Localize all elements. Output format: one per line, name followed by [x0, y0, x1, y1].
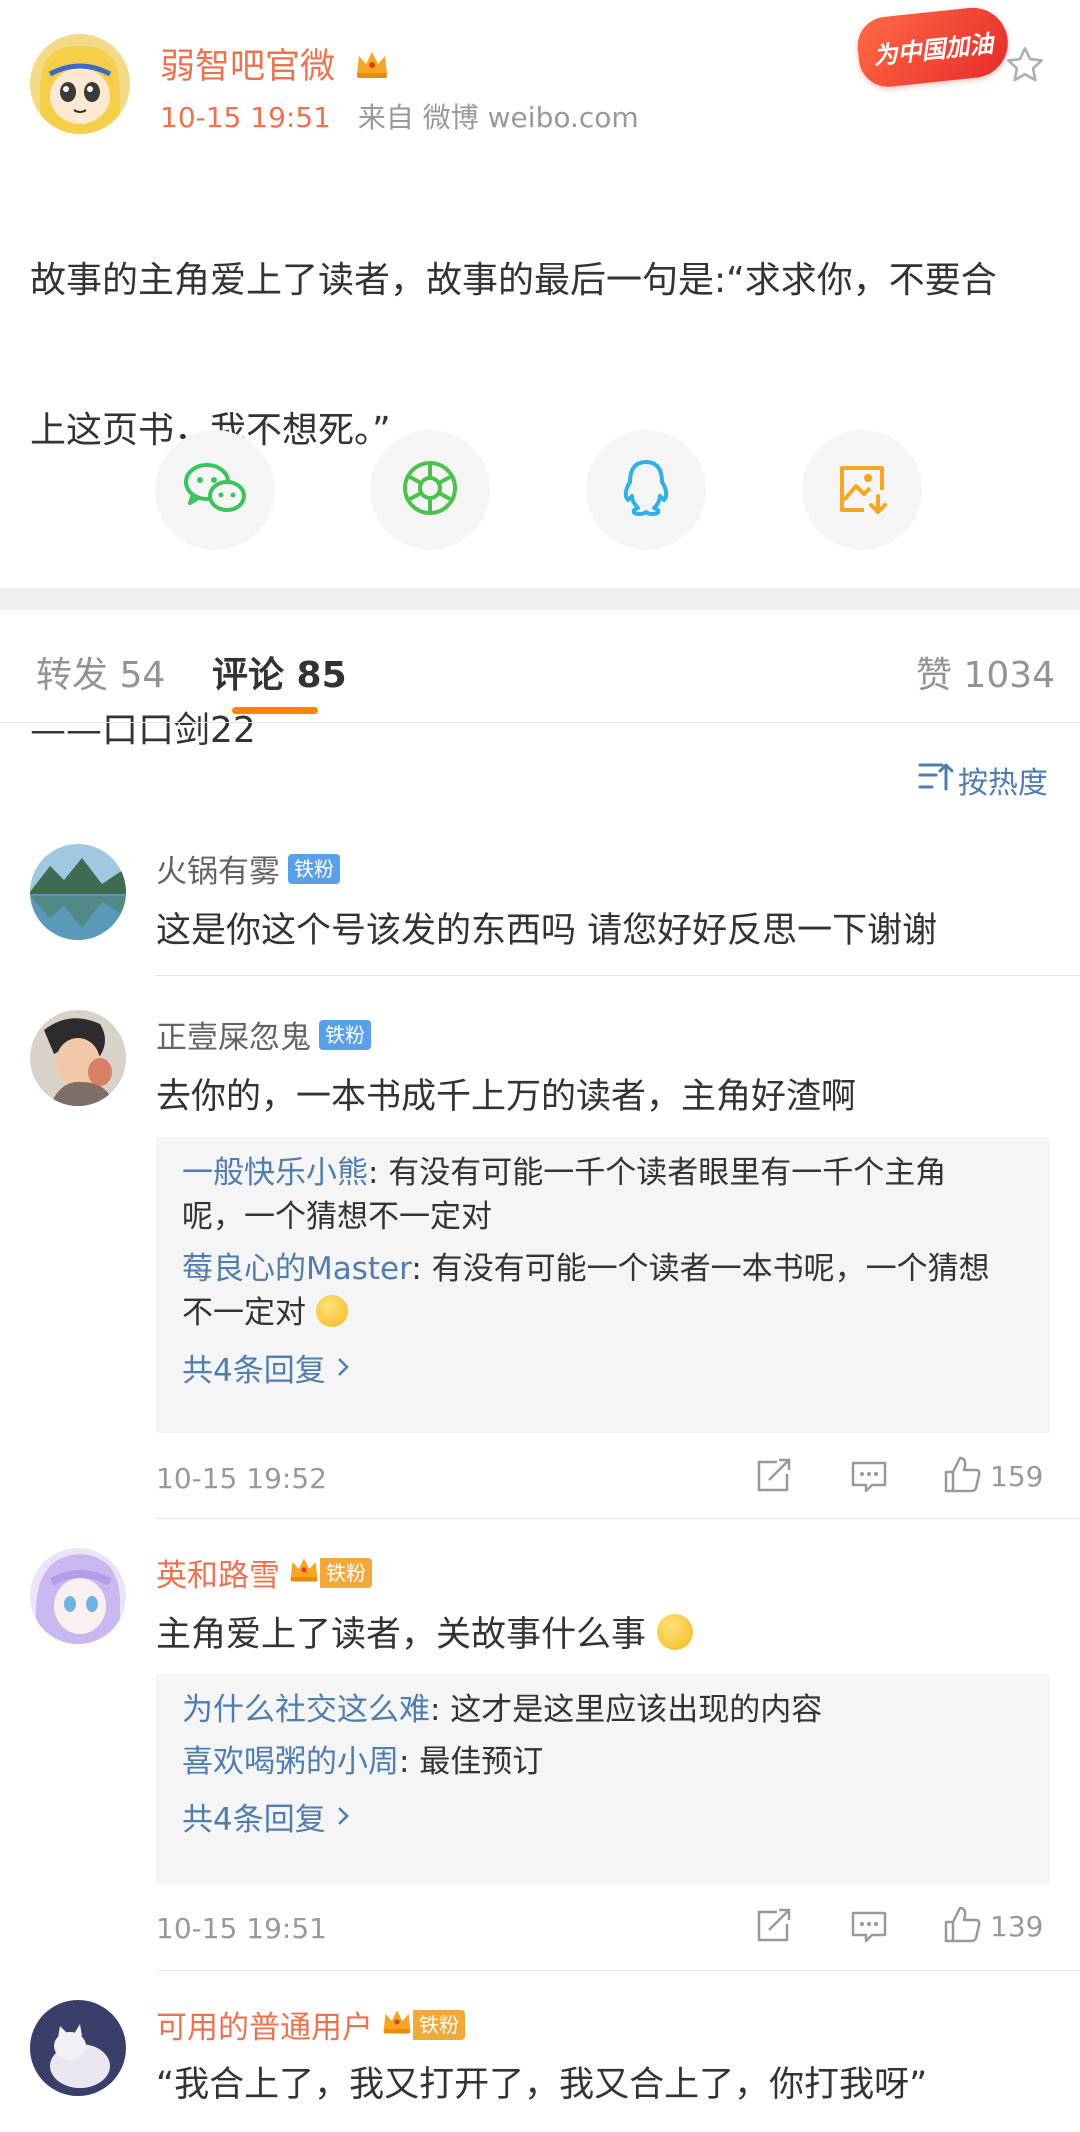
reply-preview-box[interactable]: 为什么社交这么难: 这才是这里应该出现的内容 喜欢喝粥的小周: 最佳预订 共4条…	[156, 1674, 1050, 1884]
grin-emoji-icon	[657, 1614, 694, 1650]
repost-comment-button[interactable]	[755, 1458, 793, 1498]
sort-icon	[918, 761, 954, 799]
comment-divider	[156, 1970, 1080, 1971]
reply-text: : 这才是这里应该出现的内容	[430, 1692, 823, 1728]
iron-fan-badge: 铁粉	[288, 853, 340, 884]
comment-text: 这是你这个号该发的东西吗 请您好好反思一下谢谢	[156, 911, 938, 951]
reply-user[interactable]: 为什么社交这么难	[182, 1692, 430, 1728]
reply-item: 喜欢喝粥的小周: 最佳预订	[182, 1740, 1024, 1784]
share-qq-button[interactable]	[586, 430, 706, 550]
repost-comment-button[interactable]	[755, 1908, 793, 1948]
commenter-name[interactable]: 可用的普通用户 铁粉	[156, 2002, 465, 2047]
like-comment-button[interactable]: 159	[942, 1454, 1043, 1498]
reply-user[interactable]: 一般快乐小熊	[182, 1155, 368, 1191]
qq-icon	[618, 458, 674, 522]
favorite-star-icon[interactable]	[1004, 44, 1046, 86]
author-avatar[interactable]	[30, 34, 130, 134]
iron-fan-badge: 铁粉	[413, 2009, 465, 2040]
author-name[interactable]: 弱智吧官微	[160, 38, 390, 89]
commenter-name[interactable]: 正壹屎忽鬼 铁粉	[156, 1012, 371, 1057]
comment-text: 主角爱上了读者，关故事什么事	[156, 1606, 694, 1657]
comment-bubble-icon	[850, 1910, 888, 1948]
tab-likes[interactable]: 赞 1034	[916, 646, 1055, 698]
comment-time: 10-15 19:52	[156, 1462, 327, 1495]
save-image-icon	[834, 460, 890, 520]
event-badge[interactable]: 为中国加油	[854, 4, 1012, 90]
iron-fan-badge: 铁粉	[320, 1557, 372, 1588]
sort-label: 按热度	[958, 766, 1048, 801]
section-divider	[0, 588, 1080, 610]
commenter-name[interactable]: 英和路雪 铁粉	[156, 1550, 372, 1595]
moments-icon	[401, 459, 459, 521]
comment-divider	[156, 975, 1080, 976]
like-count: 139	[990, 1909, 1044, 1943]
reply-text: : 最佳预订	[399, 1744, 544, 1780]
vip-crown-icon	[354, 48, 390, 89]
reply-text: 不一定对	[182, 1295, 306, 1331]
thinking-emoji-icon	[315, 1295, 348, 1327]
commenter-avatar[interactable]	[30, 1548, 126, 1644]
tab-divider	[0, 722, 1080, 723]
reply-comment-button[interactable]	[850, 1910, 888, 1948]
reply-item: 莓良心的Master: 有没有可能一个读者一本书呢，一个猜想 不一定对	[182, 1247, 1024, 1335]
share-wechat-button[interactable]	[155, 430, 275, 550]
wechat-icon	[183, 460, 247, 520]
reply-text: : 有没有可能一千个读者眼里有一千个主角	[368, 1155, 947, 1191]
view-all-replies-link[interactable]: 共4条回复	[182, 1794, 1024, 1839]
thumbs-up-icon	[942, 1454, 982, 1498]
chevron-right-icon	[336, 1799, 350, 1835]
vip-crown-icon	[288, 1554, 320, 1592]
commenter-avatar[interactable]	[30, 1010, 126, 1106]
share-out-icon	[755, 1908, 793, 1948]
post-body-line: 故事的主角爱上了读者，故事的最后一句是:“求求你，不要合	[30, 260, 997, 301]
like-count: 159	[990, 1459, 1044, 1493]
tab-repost[interactable]: 转发 54	[36, 646, 165, 698]
reply-text: 呢，一个猜想不一定对	[182, 1199, 492, 1235]
commenter-avatar[interactable]	[30, 844, 126, 940]
comment-divider	[156, 1518, 1080, 1519]
vip-fan-badge: 铁粉	[381, 2006, 465, 2044]
reply-user[interactable]: 莓良心的Master	[182, 1251, 411, 1287]
tab-active-indicator	[232, 707, 318, 714]
chevron-right-icon	[336, 1350, 350, 1386]
reply-item: 为什么社交这么难: 这才是这里应该出现的内容	[182, 1688, 1024, 1732]
comment-time: 10-15 19:51	[156, 1912, 327, 1945]
iron-fan-badge: 铁粉	[319, 1019, 371, 1050]
reply-text: : 有没有可能一个读者一本书呢，一个猜想	[411, 1251, 990, 1287]
reply-comment-button[interactable]	[850, 1460, 888, 1498]
view-all-replies-link[interactable]: 共4条回复	[182, 1345, 1024, 1390]
share-moments-button[interactable]	[370, 430, 490, 550]
tab-comments[interactable]: 评论 85	[212, 646, 347, 698]
share-out-icon	[755, 1458, 793, 1498]
reply-preview-box[interactable]: 一般快乐小熊: 有没有可能一千个读者眼里有一千个主角 呢，一个猜想不一定对 莓良…	[156, 1137, 1050, 1433]
post-meta: 10-15 19:51 来自 微博 weibo.com	[160, 96, 639, 136]
post-body-line: ——口口剑22	[30, 710, 256, 751]
reply-item: 一般快乐小熊: 有没有可能一千个读者眼里有一千个主角 呢，一个猜想不一定对	[182, 1151, 1024, 1239]
commenter-avatar[interactable]	[30, 2000, 126, 2096]
save-image-button[interactable]	[802, 430, 922, 550]
vip-crown-icon	[381, 2006, 413, 2044]
comment-text: “我合上了，我又打开了，我又合上了，你打我呀”	[156, 2065, 928, 2105]
reply-user[interactable]: 喜欢喝粥的小周	[182, 1744, 399, 1780]
thumbs-up-icon	[942, 1904, 982, 1948]
commenter-name[interactable]: 火锅有雾 铁粉	[156, 846, 340, 891]
comment-bubble-icon	[850, 1460, 888, 1498]
comment-text: 去你的，一本书成千上万的读者，主角好渣啊	[156, 1077, 857, 1117]
post-source: 来自 微博 weibo.com	[357, 101, 639, 134]
like-comment-button[interactable]: 139	[942, 1904, 1043, 1948]
vip-fan-badge: 铁粉	[288, 1554, 372, 1592]
post-time: 10-15 19:51	[160, 101, 331, 134]
sort-by-hot-button[interactable]: 按热度	[918, 758, 1048, 802]
